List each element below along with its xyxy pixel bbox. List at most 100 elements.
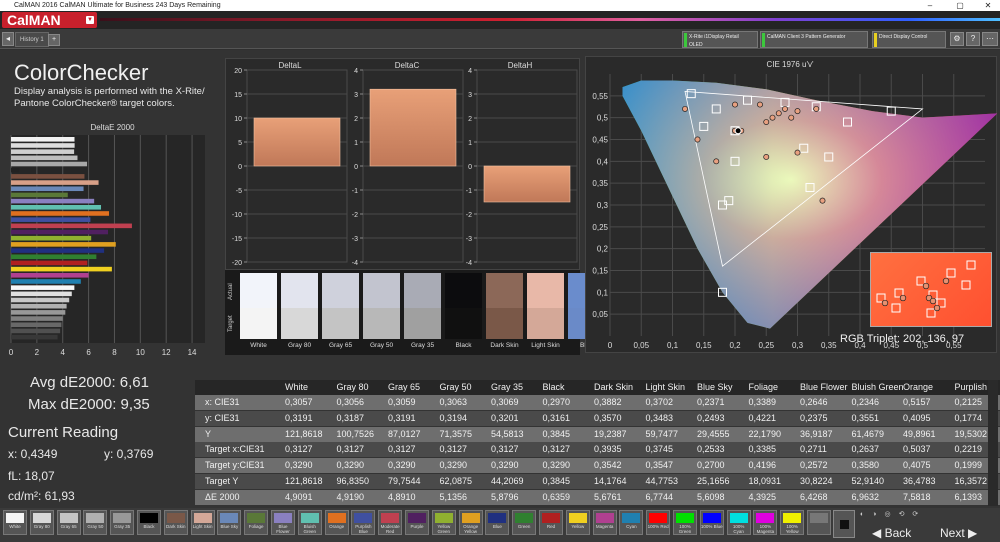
bottom-swatch-button[interactable]: Gray 80 <box>29 510 54 535</box>
de-bar <box>11 149 75 154</box>
y-tick-label: 0,4 <box>597 157 609 166</box>
bottom-swatch-button[interactable]: 100% Magenta <box>753 510 778 535</box>
playback-controls[interactable]: ◐◑◎⟲⟳ <box>860 510 998 520</box>
x-tick-label: 12 <box>162 348 171 357</box>
bottom-swatch-button[interactable]: 100% Yellow <box>780 510 805 535</box>
bottom-swatch-button[interactable]: Cyan <box>619 510 644 535</box>
bottom-swatch-button[interactable]: Magenta <box>592 510 617 535</box>
device-display-chip[interactable]: Direct Display Control <box>872 31 946 48</box>
device-pattern-chip[interactable]: CalMAN Client 3 Pattern Generator <box>760 31 868 48</box>
swatch-pair[interactable] <box>404 273 441 339</box>
bottom-swatch-button[interactable]: Moderate Red <box>378 510 403 535</box>
bottom-swatch-button[interactable]: Green <box>512 510 537 535</box>
swatch-color <box>193 513 212 523</box>
bottom-swatch-button[interactable]: Bluish Green <box>297 510 322 535</box>
back-button[interactable]: ◀ Back <box>872 526 911 540</box>
maximize-icon[interactable]: ▢ <box>950 0 970 11</box>
bottom-swatch-button[interactable]: Yellow Green <box>431 510 456 535</box>
column-header: Blue Flower <box>800 382 848 392</box>
bottom-swatch-button[interactable]: Orange <box>324 510 349 535</box>
swatch-label: Yellow <box>571 524 585 529</box>
swatch-label: Gray 35 <box>410 342 435 349</box>
help-icon[interactable]: ? <box>966 32 980 46</box>
table-cell: 0,3580 <box>851 460 880 471</box>
swatch-label: Gray 80 <box>287 342 312 349</box>
bottom-swatch-button[interactable]: Gray 35 <box>110 510 135 535</box>
x-tick-label: 0,15 <box>696 341 712 350</box>
bottom-swatch-button[interactable] <box>807 510 831 535</box>
table-cell: 0,2700 <box>697 460 725 471</box>
next-button[interactable]: Next ▶ <box>940 526 977 540</box>
de-bar <box>11 205 102 210</box>
y-tick-label: 0 <box>468 164 472 171</box>
bottom-swatch-button[interactable]: 100% Cyan <box>726 510 751 535</box>
device-name: CalMAN Client 3 Pattern Generator <box>767 34 846 40</box>
y-tick-label: -1 <box>352 188 358 195</box>
bottom-swatch-button[interactable]: Gray 50 <box>83 510 108 535</box>
bottom-swatch-button[interactable]: Orange Yellow <box>458 510 483 535</box>
bottom-swatch-button[interactable]: Yellow <box>565 510 590 535</box>
x-tick-label: 0,25 <box>758 341 774 350</box>
swatch-pair[interactable] <box>527 273 564 339</box>
column-header: Foliage <box>748 382 779 392</box>
measured-point <box>819 197 826 204</box>
table-cell: 61,4679 <box>851 428 885 439</box>
bottom-swatch-button[interactable]: Dark Skin <box>163 510 188 535</box>
device-meter-chip[interactable]: X-Rite i1Display Retail OLED <box>682 31 758 48</box>
bottom-swatch-button[interactable]: Black <box>137 510 161 535</box>
table-cell: 0,6359 <box>542 491 571 502</box>
swatch-pair[interactable] <box>281 273 318 339</box>
table-cell: 54,5813 <box>491 428 524 439</box>
close-icon[interactable]: ✕ <box>978 0 998 11</box>
back-arrow-icon[interactable]: ◂ <box>2 32 14 46</box>
bottom-swatch-button[interactable]: Purplish Blue <box>351 510 376 535</box>
bottom-swatch-button[interactable]: 100% Green <box>673 510 697 535</box>
bottom-swatch-button[interactable]: Blue <box>485 510 510 535</box>
add-tab-icon[interactable]: + <box>48 34 60 46</box>
swatch-color <box>6 513 24 523</box>
bottom-swatch-button[interactable]: Purple <box>405 510 429 535</box>
delta-l-bar <box>253 117 341 167</box>
bottom-swatch-button[interactable]: Gray 65 <box>56 510 81 535</box>
inset-measured-point <box>899 294 907 302</box>
swatch-color <box>542 513 560 523</box>
x-tick-label: 0,1 <box>667 341 679 350</box>
table-cell: 0,3161 <box>542 412 571 423</box>
swatch-color <box>220 513 239 523</box>
bottom-swatch-button[interactable]: Foliage <box>244 510 269 535</box>
bottom-swatch-button[interactable]: Blue Flower <box>271 510 295 535</box>
swatch-color <box>649 513 668 523</box>
bottom-swatch-button[interactable]: 100% Blue <box>699 510 724 535</box>
swatch-pair[interactable] <box>486 273 523 339</box>
bottom-swatch-button[interactable]: Red <box>539 510 563 535</box>
y-tick-label: -15 <box>232 236 242 243</box>
swatch-label: Red <box>546 524 556 529</box>
swatch-color <box>595 513 614 523</box>
settings-gear-icon[interactable]: ⚙ <box>950 32 964 46</box>
bottom-swatch-button[interactable]: Blue Sky <box>217 510 242 535</box>
swatch-pair[interactable] <box>445 273 482 339</box>
table-scrollbar[interactable] <box>988 380 998 506</box>
bottom-swatch-button[interactable]: White <box>3 510 27 535</box>
swatch-pair[interactable] <box>240 273 277 339</box>
actual-swatch <box>322 273 359 308</box>
table-cell: 0,3845 <box>542 476 571 486</box>
bottom-swatch-button[interactable]: 100% Red <box>646 510 671 535</box>
inset-measured-point <box>881 299 889 307</box>
stop-button[interactable] <box>833 510 855 538</box>
x-tick-label: 8 <box>112 348 117 357</box>
de-bar <box>11 322 62 328</box>
measured-point <box>775 110 782 117</box>
more-icon[interactable]: ⋯ <box>982 32 998 46</box>
tab-history-1[interactable]: History 1 <box>15 32 49 47</box>
swatch-color <box>327 513 346 523</box>
swatch-pair[interactable] <box>322 273 359 339</box>
table-cell: 121,8618 <box>285 428 323 439</box>
minimize-icon[interactable]: – <box>920 0 940 11</box>
app-logo-menu[interactable]: CalMAN ▼ <box>2 12 97 28</box>
swatch-color <box>461 513 480 523</box>
bottom-swatch-button[interactable]: Light Skin <box>190 510 215 535</box>
table-cell: 0,3127 <box>388 444 416 455</box>
swatch-color <box>756 513 775 523</box>
swatch-pair[interactable] <box>363 273 400 339</box>
